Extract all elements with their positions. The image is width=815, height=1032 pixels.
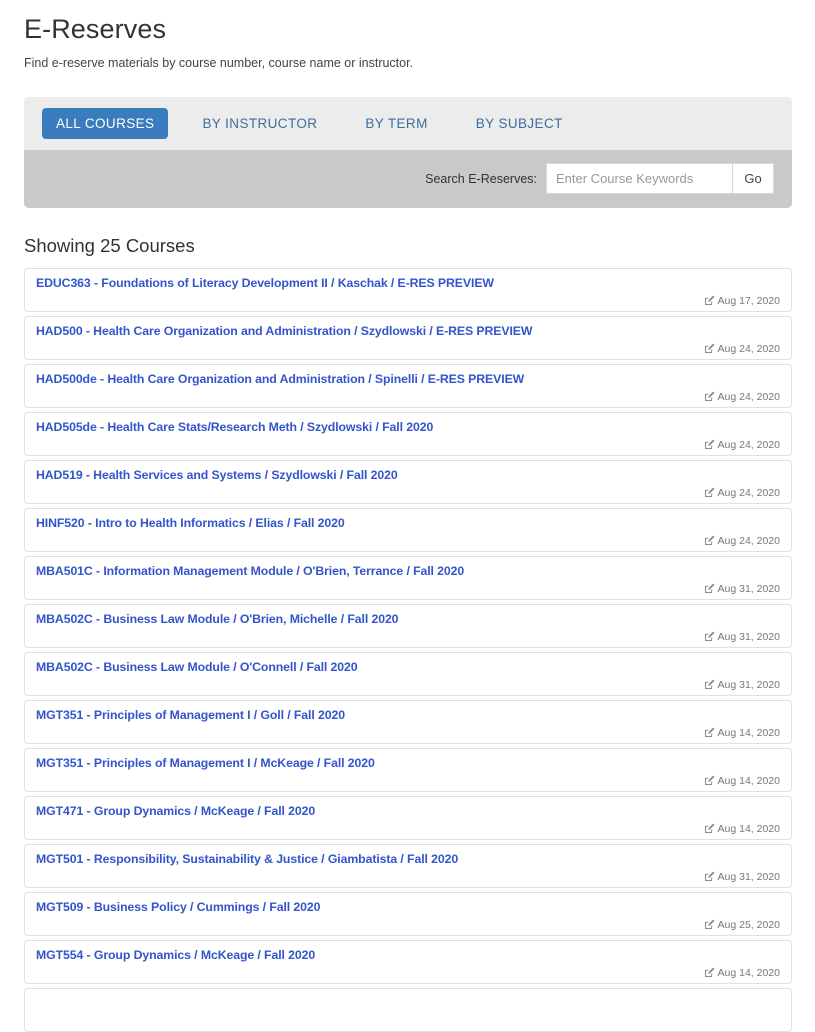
course-row[interactable]: HAD519 - Health Services and Systems / S… bbox=[24, 460, 792, 504]
edit-icon bbox=[704, 727, 715, 738]
course-row[interactable]: MGT351 - Principles of Management I / Go… bbox=[24, 700, 792, 744]
edit-icon bbox=[704, 343, 715, 354]
results-heading: Showing 25 Courses bbox=[24, 208, 791, 268]
course-row[interactable]: MBA501C - Information Management Module … bbox=[24, 556, 792, 600]
course-link[interactable]: MGT554 - Group Dynamics / McKeage / Fall… bbox=[36, 948, 315, 962]
search-label: Search E-Reserves: bbox=[425, 172, 537, 186]
page-title: E-Reserves bbox=[24, 0, 791, 45]
course-row[interactable]: MGT509 - Business Policy / Cummings / Fa… bbox=[24, 892, 792, 936]
date-text: Aug 31, 2020 bbox=[718, 583, 780, 595]
tab-by-instructor[interactable]: BY INSTRUCTOR bbox=[188, 108, 331, 139]
tab-strip: ALL COURSES BY INSTRUCTOR BY TERM BY SUB… bbox=[24, 97, 792, 150]
course-link[interactable]: MGT351 - Principles of Management I / Go… bbox=[36, 708, 345, 722]
course-updated-date: Aug 31, 2020 bbox=[704, 631, 780, 643]
date-text: Aug 14, 2020 bbox=[718, 823, 780, 835]
course-link[interactable]: MGT501 - Responsibility, Sustainability … bbox=[36, 852, 458, 866]
edit-icon bbox=[704, 823, 715, 834]
course-updated-date: Aug 31, 2020 bbox=[704, 871, 780, 883]
course-row[interactable]: HINF520 - Intro to Health Informatics / … bbox=[24, 508, 792, 552]
course-link[interactable]: MBA501C - Information Management Module … bbox=[36, 564, 464, 578]
course-updated-date: Aug 25, 2020 bbox=[704, 919, 780, 931]
course-updated-date: Aug 14, 2020 bbox=[704, 727, 780, 739]
course-list: EDUC363 - Foundations of Literacy Develo… bbox=[24, 268, 792, 1032]
course-updated-date: Aug 31, 2020 bbox=[704, 679, 780, 691]
course-row[interactable]: MGT554 - Group Dynamics / McKeage / Fall… bbox=[24, 940, 792, 984]
date-text: Aug 24, 2020 bbox=[718, 439, 780, 451]
date-text: Aug 31, 2020 bbox=[718, 631, 780, 643]
course-updated-date: Aug 24, 2020 bbox=[704, 343, 780, 355]
course-updated-date: Aug 24, 2020 bbox=[704, 487, 780, 499]
course-row[interactable]: HAD505de - Health Care Stats/Research Me… bbox=[24, 412, 792, 456]
page-container: E-Reserves Find e-reserve materials by c… bbox=[0, 0, 815, 1032]
edit-icon bbox=[704, 391, 715, 402]
course-updated-date: Aug 31, 2020 bbox=[704, 583, 780, 595]
edit-icon bbox=[704, 487, 715, 498]
date-text: Aug 24, 2020 bbox=[718, 391, 780, 403]
course-updated-date: Aug 17, 2020 bbox=[704, 295, 780, 307]
course-link[interactable]: HINF520 - Intro to Health Informatics / … bbox=[36, 516, 345, 530]
tab-by-term[interactable]: BY TERM bbox=[351, 108, 441, 139]
course-updated-date: Aug 24, 2020 bbox=[704, 535, 780, 547]
course-link[interactable]: HAD500de - Health Care Organization and … bbox=[36, 372, 524, 386]
course-link[interactable]: MGT509 - Business Policy / Cummings / Fa… bbox=[36, 900, 320, 914]
edit-icon bbox=[704, 775, 715, 786]
date-text: Aug 14, 2020 bbox=[718, 775, 780, 787]
course-updated-date: Aug 14, 2020 bbox=[704, 775, 780, 787]
search-input[interactable] bbox=[546, 163, 732, 194]
course-link[interactable]: HAD500 - Health Care Organization and Ad… bbox=[36, 324, 532, 338]
date-text: Aug 14, 2020 bbox=[718, 967, 780, 979]
course-row[interactable]: EDUC363 - Foundations of Literacy Develo… bbox=[24, 268, 792, 312]
course-link[interactable]: MGT471 - Group Dynamics / McKeage / Fall… bbox=[36, 804, 315, 818]
course-row[interactable]: MBA502C - Business Law Module / O'Brien,… bbox=[24, 604, 792, 648]
course-row[interactable]: HAD500 - Health Care Organization and Ad… bbox=[24, 316, 792, 360]
course-row[interactable]: HAD500de - Health Care Organization and … bbox=[24, 364, 792, 408]
course-updated-date: Aug 24, 2020 bbox=[704, 391, 780, 403]
date-text: Aug 24, 2020 bbox=[718, 343, 780, 355]
search-panel: ALL COURSES BY INSTRUCTOR BY TERM BY SUB… bbox=[24, 97, 792, 208]
edit-icon bbox=[704, 295, 715, 306]
date-text: Aug 31, 2020 bbox=[718, 679, 780, 691]
course-link[interactable]: HAD505de - Health Care Stats/Research Me… bbox=[36, 420, 433, 434]
edit-icon bbox=[704, 631, 715, 642]
search-strip: Search E-Reserves: Go bbox=[24, 150, 792, 208]
date-text: Aug 24, 2020 bbox=[718, 487, 780, 499]
course-row[interactable] bbox=[24, 988, 792, 1032]
course-row[interactable]: MGT501 - Responsibility, Sustainability … bbox=[24, 844, 792, 888]
edit-icon bbox=[704, 919, 715, 930]
page-subtitle: Find e-reserve materials by course numbe… bbox=[24, 45, 791, 73]
course-link[interactable]: HAD519 - Health Services and Systems / S… bbox=[36, 468, 398, 482]
course-row[interactable]: MGT471 - Group Dynamics / McKeage / Fall… bbox=[24, 796, 792, 840]
edit-icon bbox=[704, 535, 715, 546]
course-row[interactable]: MBA502C - Business Law Module / O'Connel… bbox=[24, 652, 792, 696]
date-text: Aug 17, 2020 bbox=[718, 295, 780, 307]
course-row[interactable]: MGT351 - Principles of Management I / Mc… bbox=[24, 748, 792, 792]
edit-icon bbox=[704, 679, 715, 690]
course-link[interactable]: MBA502C - Business Law Module / O'Brien,… bbox=[36, 612, 398, 626]
date-text: Aug 24, 2020 bbox=[718, 535, 780, 547]
course-link[interactable]: EDUC363 - Foundations of Literacy Develo… bbox=[36, 276, 494, 290]
course-link[interactable]: MBA502C - Business Law Module / O'Connel… bbox=[36, 660, 358, 674]
edit-icon bbox=[704, 871, 715, 882]
edit-icon bbox=[704, 439, 715, 450]
course-updated-date: Aug 24, 2020 bbox=[704, 439, 780, 451]
course-link[interactable]: MGT351 - Principles of Management I / Mc… bbox=[36, 756, 375, 770]
go-button[interactable]: Go bbox=[732, 163, 774, 194]
tab-by-subject[interactable]: BY SUBJECT bbox=[462, 108, 577, 139]
edit-icon bbox=[704, 583, 715, 594]
edit-icon bbox=[704, 967, 715, 978]
date-text: Aug 25, 2020 bbox=[718, 919, 780, 931]
tab-all-courses[interactable]: ALL COURSES bbox=[42, 108, 168, 139]
course-updated-date: Aug 14, 2020 bbox=[704, 967, 780, 979]
date-text: Aug 14, 2020 bbox=[718, 727, 780, 739]
date-text: Aug 31, 2020 bbox=[718, 871, 780, 883]
search-field: Go bbox=[546, 163, 774, 194]
course-updated-date: Aug 14, 2020 bbox=[704, 823, 780, 835]
